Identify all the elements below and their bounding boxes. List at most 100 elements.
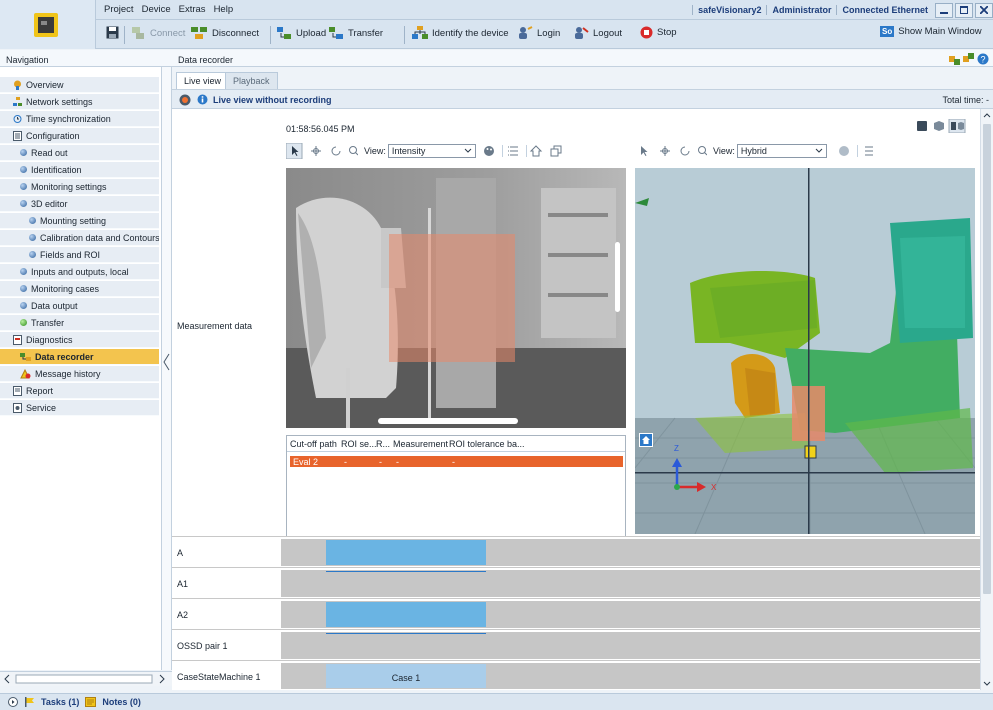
table-cell: - (379, 456, 382, 467)
view-options-icons[interactable] (837, 143, 883, 159)
nav-item-monitoring-cases[interactable]: Monitoring cases (0, 281, 159, 297)
column-header[interactable]: ROI se... (339, 439, 377, 449)
maximize-button[interactable] (955, 2, 973, 18)
nav-item-service[interactable]: Service (0, 400, 159, 416)
svg-text:?: ? (981, 55, 986, 65)
login-button[interactable]: Login (517, 26, 560, 40)
logout-label: Logout (593, 27, 623, 39)
signal-active-bar (326, 540, 486, 565)
connect-button[interactable]: Connect (130, 26, 185, 40)
signal-track[interactable] (281, 632, 980, 659)
title-info: safeVisionary2 Administrator Connected E… (692, 2, 993, 18)
nav-label: Fields and ROI (40, 249, 101, 260)
view-label-right: View: (713, 146, 735, 156)
signal-track[interactable]: Case 1 (281, 663, 980, 689)
view-mode-icons[interactable] (917, 119, 967, 133)
main-vertical-scrollbar[interactable] (980, 109, 993, 690)
signal-track[interactable] (281, 570, 980, 597)
nav-item-overview[interactable]: Overview (0, 77, 159, 93)
identify-icon (412, 26, 428, 39)
upload-button[interactable]: Upload (276, 26, 326, 40)
show-main-window-button[interactable]: So Show Main Window (880, 26, 982, 37)
nav-item-fields-roi[interactable]: Fields and ROI (0, 247, 159, 263)
signal-track[interactable] (281, 601, 980, 628)
navigation-panel: Overview Network settings Time synchroni… (0, 67, 161, 670)
nav-item-data-recorder[interactable]: Data recorder (0, 349, 159, 365)
tab-live-view[interactable]: Live view (176, 72, 230, 89)
overview-icon (14, 80, 21, 90)
status-dot-icon (20, 285, 27, 292)
close-button[interactable] (975, 2, 993, 18)
nav-item-mounting-setting[interactable]: Mounting setting (0, 213, 159, 229)
column-header[interactable]: ROI tolerance ba... (447, 439, 527, 449)
tab-playback[interactable]: Playback (225, 72, 278, 89)
nav-item-time-sync[interactable]: Time synchronization (0, 111, 159, 127)
stop-button[interactable]: Stop (640, 26, 677, 39)
signal-track[interactable] (281, 539, 980, 566)
nav-item-report[interactable]: Report (0, 383, 159, 399)
intensity-vertical-scrollbar[interactable] (615, 242, 620, 312)
transfer-button[interactable]: Transfer (328, 26, 383, 40)
configuration-icon (13, 130, 22, 141)
nav-item-configuration[interactable]: Configuration (0, 128, 159, 144)
nav-label: Report (26, 385, 54, 396)
nav-item-calibration[interactable]: Calibration data and Contours (0, 230, 159, 246)
nav-item-transfer[interactable]: Transfer (0, 315, 159, 331)
notes-button[interactable]: Notes (0) (102, 697, 141, 707)
minimize-button[interactable] (935, 2, 953, 18)
column-header[interactable]: R... (374, 439, 391, 449)
nav-item-data-output[interactable]: Data output (0, 298, 159, 314)
identify-device-button[interactable]: Identify the device (412, 26, 509, 40)
menu-help[interactable]: Help (214, 4, 234, 15)
home-icon (642, 436, 650, 444)
table-row[interactable]: Eval 2 - - - - (290, 456, 623, 467)
transfer-label: Transfer (348, 27, 384, 39)
identify-label: Identify the device (432, 27, 509, 39)
column-header[interactable]: Cut-off path (287, 439, 339, 449)
user-name[interactable]: Administrator (766, 5, 836, 15)
record-icon[interactable] (179, 94, 191, 106)
nav-item-network-settings[interactable]: Network settings (0, 94, 159, 110)
status-dot-icon (29, 234, 36, 241)
show-main-window-label: Show Main Window (898, 26, 982, 37)
menu-device[interactable]: Device (142, 4, 171, 15)
save-button[interactable] (106, 26, 119, 39)
expand-icon[interactable] (8, 697, 18, 707)
header-tools-icon[interactable]: ? (949, 53, 989, 67)
scrollbar-icon (983, 113, 991, 686)
navigation-tools-icon[interactable] (286, 143, 358, 159)
nav-item-read-out[interactable]: Read out (0, 145, 159, 161)
collapse-chevron-icon[interactable] (162, 352, 171, 372)
nav-item-message-history[interactable]: Message history (0, 366, 159, 382)
menu-extras[interactable]: Extras (179, 4, 206, 15)
view-select-intensity[interactable]: Intensity (387, 144, 476, 158)
navigation-horizontal-scrollbar[interactable] (0, 671, 172, 686)
nav-item-inputs-outputs[interactable]: Inputs and outputs, local (0, 264, 159, 280)
table-cell: Eval 2 (293, 456, 319, 467)
menu-project[interactable]: Project (104, 4, 134, 15)
timeline-row-a2: A2 (172, 598, 980, 629)
nav-item-identification[interactable]: Identification (0, 162, 159, 178)
view-options-icons[interactable] (482, 143, 612, 159)
home-view-button[interactable] (639, 433, 653, 447)
navigation-tools-icon[interactable] (635, 143, 707, 159)
intensity-horizontal-scrollbar[interactable] (378, 418, 518, 424)
nav-item-3d-editor[interactable]: 3D editor (0, 196, 159, 212)
nav-item-monitoring-settings[interactable]: Monitoring settings (0, 179, 159, 195)
timeline-row-case-state: CaseStateMachine 1 Case 1 (172, 660, 980, 690)
timeline-row-ossd: OSSD pair 1 (172, 629, 980, 660)
chevron-down-icon (464, 148, 472, 153)
nav-label: Time synchronization (26, 113, 111, 124)
tasks-button[interactable]: Tasks (1) (41, 697, 79, 707)
recording-status-bar: Live view without recording Total time: … (172, 89, 993, 109)
disconnect-button[interactable]: Disconnect (190, 26, 259, 40)
view-select-hybrid[interactable]: Hybrid (736, 144, 827, 158)
nav-label: Configuration (26, 130, 80, 141)
hybrid-3d-view[interactable]: Z X (635, 168, 975, 534)
intensity-camera-view[interactable] (286, 168, 626, 428)
panel-splitter[interactable] (161, 67, 172, 670)
logout-button[interactable]: Logout (573, 26, 622, 40)
status-dot-icon (29, 217, 36, 224)
nav-item-diagnostics[interactable]: Diagnostics (0, 332, 159, 348)
column-header[interactable]: Measurement (391, 439, 448, 449)
